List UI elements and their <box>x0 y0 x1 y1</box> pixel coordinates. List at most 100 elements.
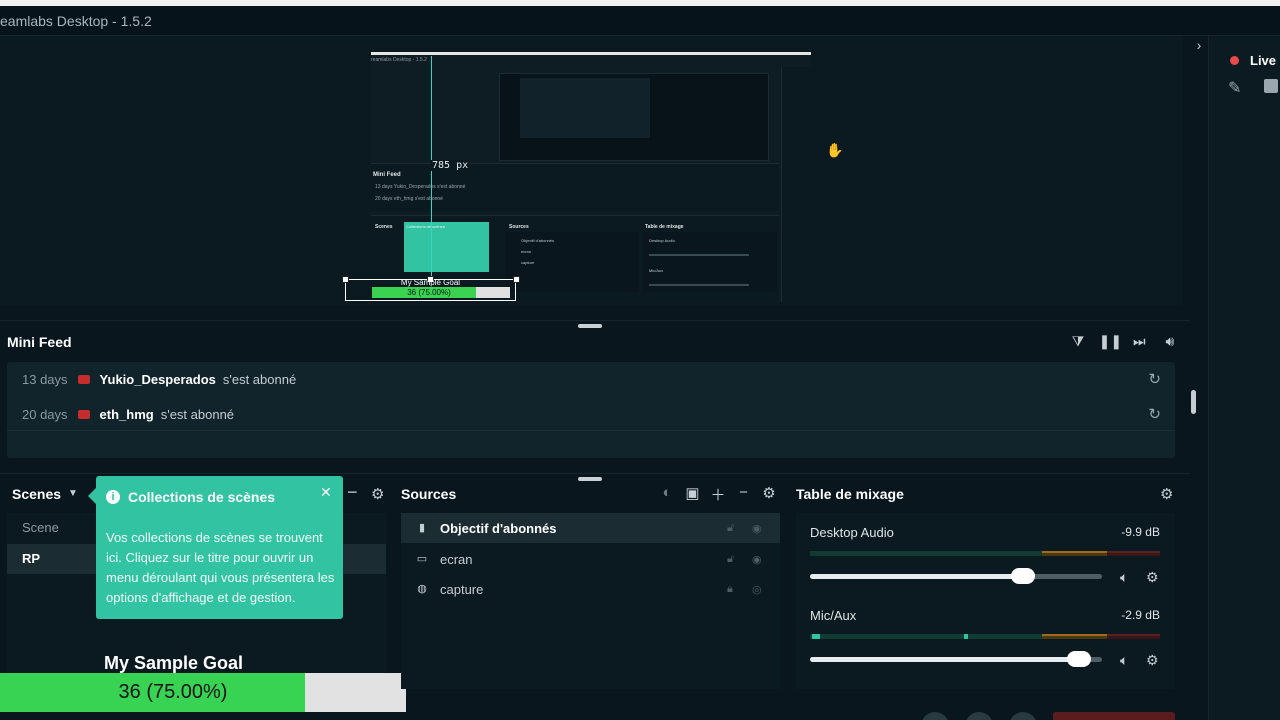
nested-volume-bar <box>649 284 749 286</box>
volume-knob[interactable] <box>1011 568 1036 584</box>
mixer-title: Table de mixage <box>796 486 904 502</box>
eye-icon[interactable]: ◐ <box>656 484 678 504</box>
event-user: eth_hmg <box>99 406 154 422</box>
youtube-icon <box>77 409 90 419</box>
tooltip-title: Collections de scènes <box>128 489 276 505</box>
gear-icon[interactable]: ⚙ <box>1160 485 1173 503</box>
goal-progress-bar: 36 (75.00%) <box>0 673 406 712</box>
list-item: 20 days eth_hmg s'est abonné ↻ <box>7 397 1175 431</box>
preview-goal-value: 36 (75.00%) <box>407 288 451 297</box>
source-item[interactable]: ◍ capture 🔒︎ ◎ <box>401 574 780 604</box>
channel-name: Desktop Audio <box>810 525 894 540</box>
nested-source-item: capture <box>521 260 535 265</box>
mini-feed-list: 13 days Yukio_Desperados s'est abonné ↻ … <box>7 362 1175 458</box>
lock-icon[interactable]: 🔓︎ <box>727 553 734 566</box>
visibility-icon[interactable]: ◉ <box>752 522 762 535</box>
add-source-button[interactable]: ＋ <box>707 484 729 504</box>
event-user: Yukio_Desperados <box>99 371 216 387</box>
source-item[interactable]: ▭ ecran 🔓︎ ◉ <box>401 544 780 574</box>
gear-icon[interactable]: ⚙ <box>1146 569 1159 586</box>
event-action: s'est abonné <box>160 406 235 422</box>
source-label: ecran <box>440 551 473 567</box>
scrollbar-thumb[interactable] <box>1191 390 1196 414</box>
hidden-icon[interactable]: ◎ <box>752 583 762 596</box>
gear-icon[interactable]: ⚙ <box>758 484 780 504</box>
nested-scenes-title: Scenes <box>375 224 393 230</box>
gear-icon[interactable]: ⚙ <box>371 485 384 503</box>
source-label: Objectif d'abonnés <box>440 520 557 536</box>
nested-feed-title: Mini Feed <box>373 172 401 178</box>
nested-sources-title: Sources <box>509 224 529 230</box>
goal-value: 36 (75.00%) <box>118 681 228 703</box>
channel-db: -9.9 dB <box>1121 525 1160 539</box>
bottom-control-button[interactable] <box>921 712 949 720</box>
go-live-button[interactable] <box>1053 712 1175 720</box>
volume-icon[interactable]: 🔊︎ <box>1160 333 1180 351</box>
camera-icon[interactable] <box>1264 79 1278 93</box>
preview-goal-bar: 36 (75.00%) <box>372 287 510 298</box>
nested-preview-capture: reamlabs Desktop - 1.5.2 Mini Feed 13 da… <box>371 52 811 302</box>
sources-tools: ◐ ▣ ＋ − ⚙ <box>656 484 780 504</box>
volume-slider[interactable] <box>810 651 1102 667</box>
mini-feed-tools: ⧩ ❚❚ ⏭ 🔊︎ <box>1068 333 1180 351</box>
gamepad-icon: ◍ <box>417 583 427 595</box>
tooltip-arrow <box>88 488 96 504</box>
preview-goal-title: My Sample Goal <box>400 278 461 287</box>
replay-icon[interactable]: ↻ <box>1148 405 1161 423</box>
live-dock-panel <box>1208 36 1280 720</box>
filter-icon[interactable]: ⧩ <box>1068 333 1088 351</box>
sources-list: ▮ Objectif d'abonnés 🔓︎ ◉ ▭ ecran 🔓︎ ◉ ◍… <box>401 513 780 689</box>
gear-icon[interactable]: ⚙ <box>1146 652 1159 669</box>
mini-feed-title: Mini Feed <box>7 334 72 350</box>
nested-feed-row: 20 days eth_hmg s'est abonné <box>375 196 443 202</box>
live-status-dot <box>1230 56 1239 65</box>
sources-title: Sources <box>401 486 457 502</box>
source-item[interactable]: ▮ Objectif d'abonnés 🔓︎ ◉ <box>401 513 780 543</box>
goal-icon: ▮ <box>418 522 426 534</box>
volume-icon[interactable]: 🔈︎ <box>1120 652 1128 669</box>
nested-feed-row: 13 days Yukio_Desperados s'est abonné <box>375 184 466 190</box>
volume-fill <box>810 657 1079 662</box>
nested-mixer-channel: Desktop Audio <box>649 238 675 243</box>
resize-grip[interactable] <box>578 324 602 328</box>
volume-icon[interactable]: 🔈︎ <box>1120 569 1128 586</box>
collapse-arrow-icon[interactable]: › <box>1190 36 1208 54</box>
nested-mixer-channel: Mic/Aux <box>649 268 664 273</box>
skip-icon[interactable]: ⏭ <box>1129 333 1149 351</box>
remove-source-button[interactable]: − <box>733 484 755 504</box>
volume-fill <box>810 574 1024 579</box>
nested-window-title: reamlabs Desktop - 1.5.2 <box>371 57 427 63</box>
source-label: capture <box>440 581 484 597</box>
lock-icon[interactable]: 🔒︎ <box>727 583 733 596</box>
youtube-icon <box>77 374 90 384</box>
list-item: 13 days Yukio_Desperados s'est abonné ↻ <box>7 362 1175 396</box>
add-folder-icon[interactable]: ▣ <box>682 484 704 504</box>
goal-title: My Sample Goal <box>104 653 244 673</box>
audio-meter <box>810 634 1160 639</box>
visibility-icon[interactable]: ◉ <box>752 553 762 566</box>
channel-name: Mic/Aux <box>810 608 857 623</box>
channel-db: -2.9 dB <box>1121 608 1160 622</box>
divider <box>0 320 1190 321</box>
window-title: eamlabs Desktop - 1.5.2 <box>0 13 152 29</box>
volume-slider[interactable] <box>810 568 1102 584</box>
close-icon[interactable]: ✕ <box>320 484 332 501</box>
scenes-title[interactable]: Scenes <box>12 486 61 502</box>
nested-mixer-title: Table de mixage <box>645 224 684 230</box>
bottom-control-button[interactable] <box>965 712 993 720</box>
pencil-icon[interactable]: ✎ <box>1228 78 1241 98</box>
resize-grip[interactable] <box>578 477 602 481</box>
replay-icon[interactable]: ↻ <box>1148 370 1161 388</box>
tooltip-body: Vos collections de scènes se trouvent ic… <box>106 530 335 605</box>
bottom-control-button[interactable] <box>1009 712 1037 720</box>
remove-scene-button[interactable]: − <box>347 482 358 503</box>
nested-volume-bar <box>649 254 749 256</box>
volume-knob[interactable] <box>1066 651 1091 667</box>
lock-icon[interactable]: 🔓︎ <box>727 522 734 535</box>
scene-collections-tooltip: i Collections de scènes ✕ Vos collection… <box>96 476 343 619</box>
nested-side-panel <box>781 67 811 302</box>
event-time: 13 days <box>22 371 68 387</box>
pause-icon[interactable]: ❚❚ <box>1099 333 1122 351</box>
mixer-panel: Desktop Audio -9.9 dB 🔈︎ ⚙ Mic/Aux -2.9 … <box>796 513 1175 689</box>
chevron-down-icon[interactable]: ▼ <box>68 488 78 499</box>
